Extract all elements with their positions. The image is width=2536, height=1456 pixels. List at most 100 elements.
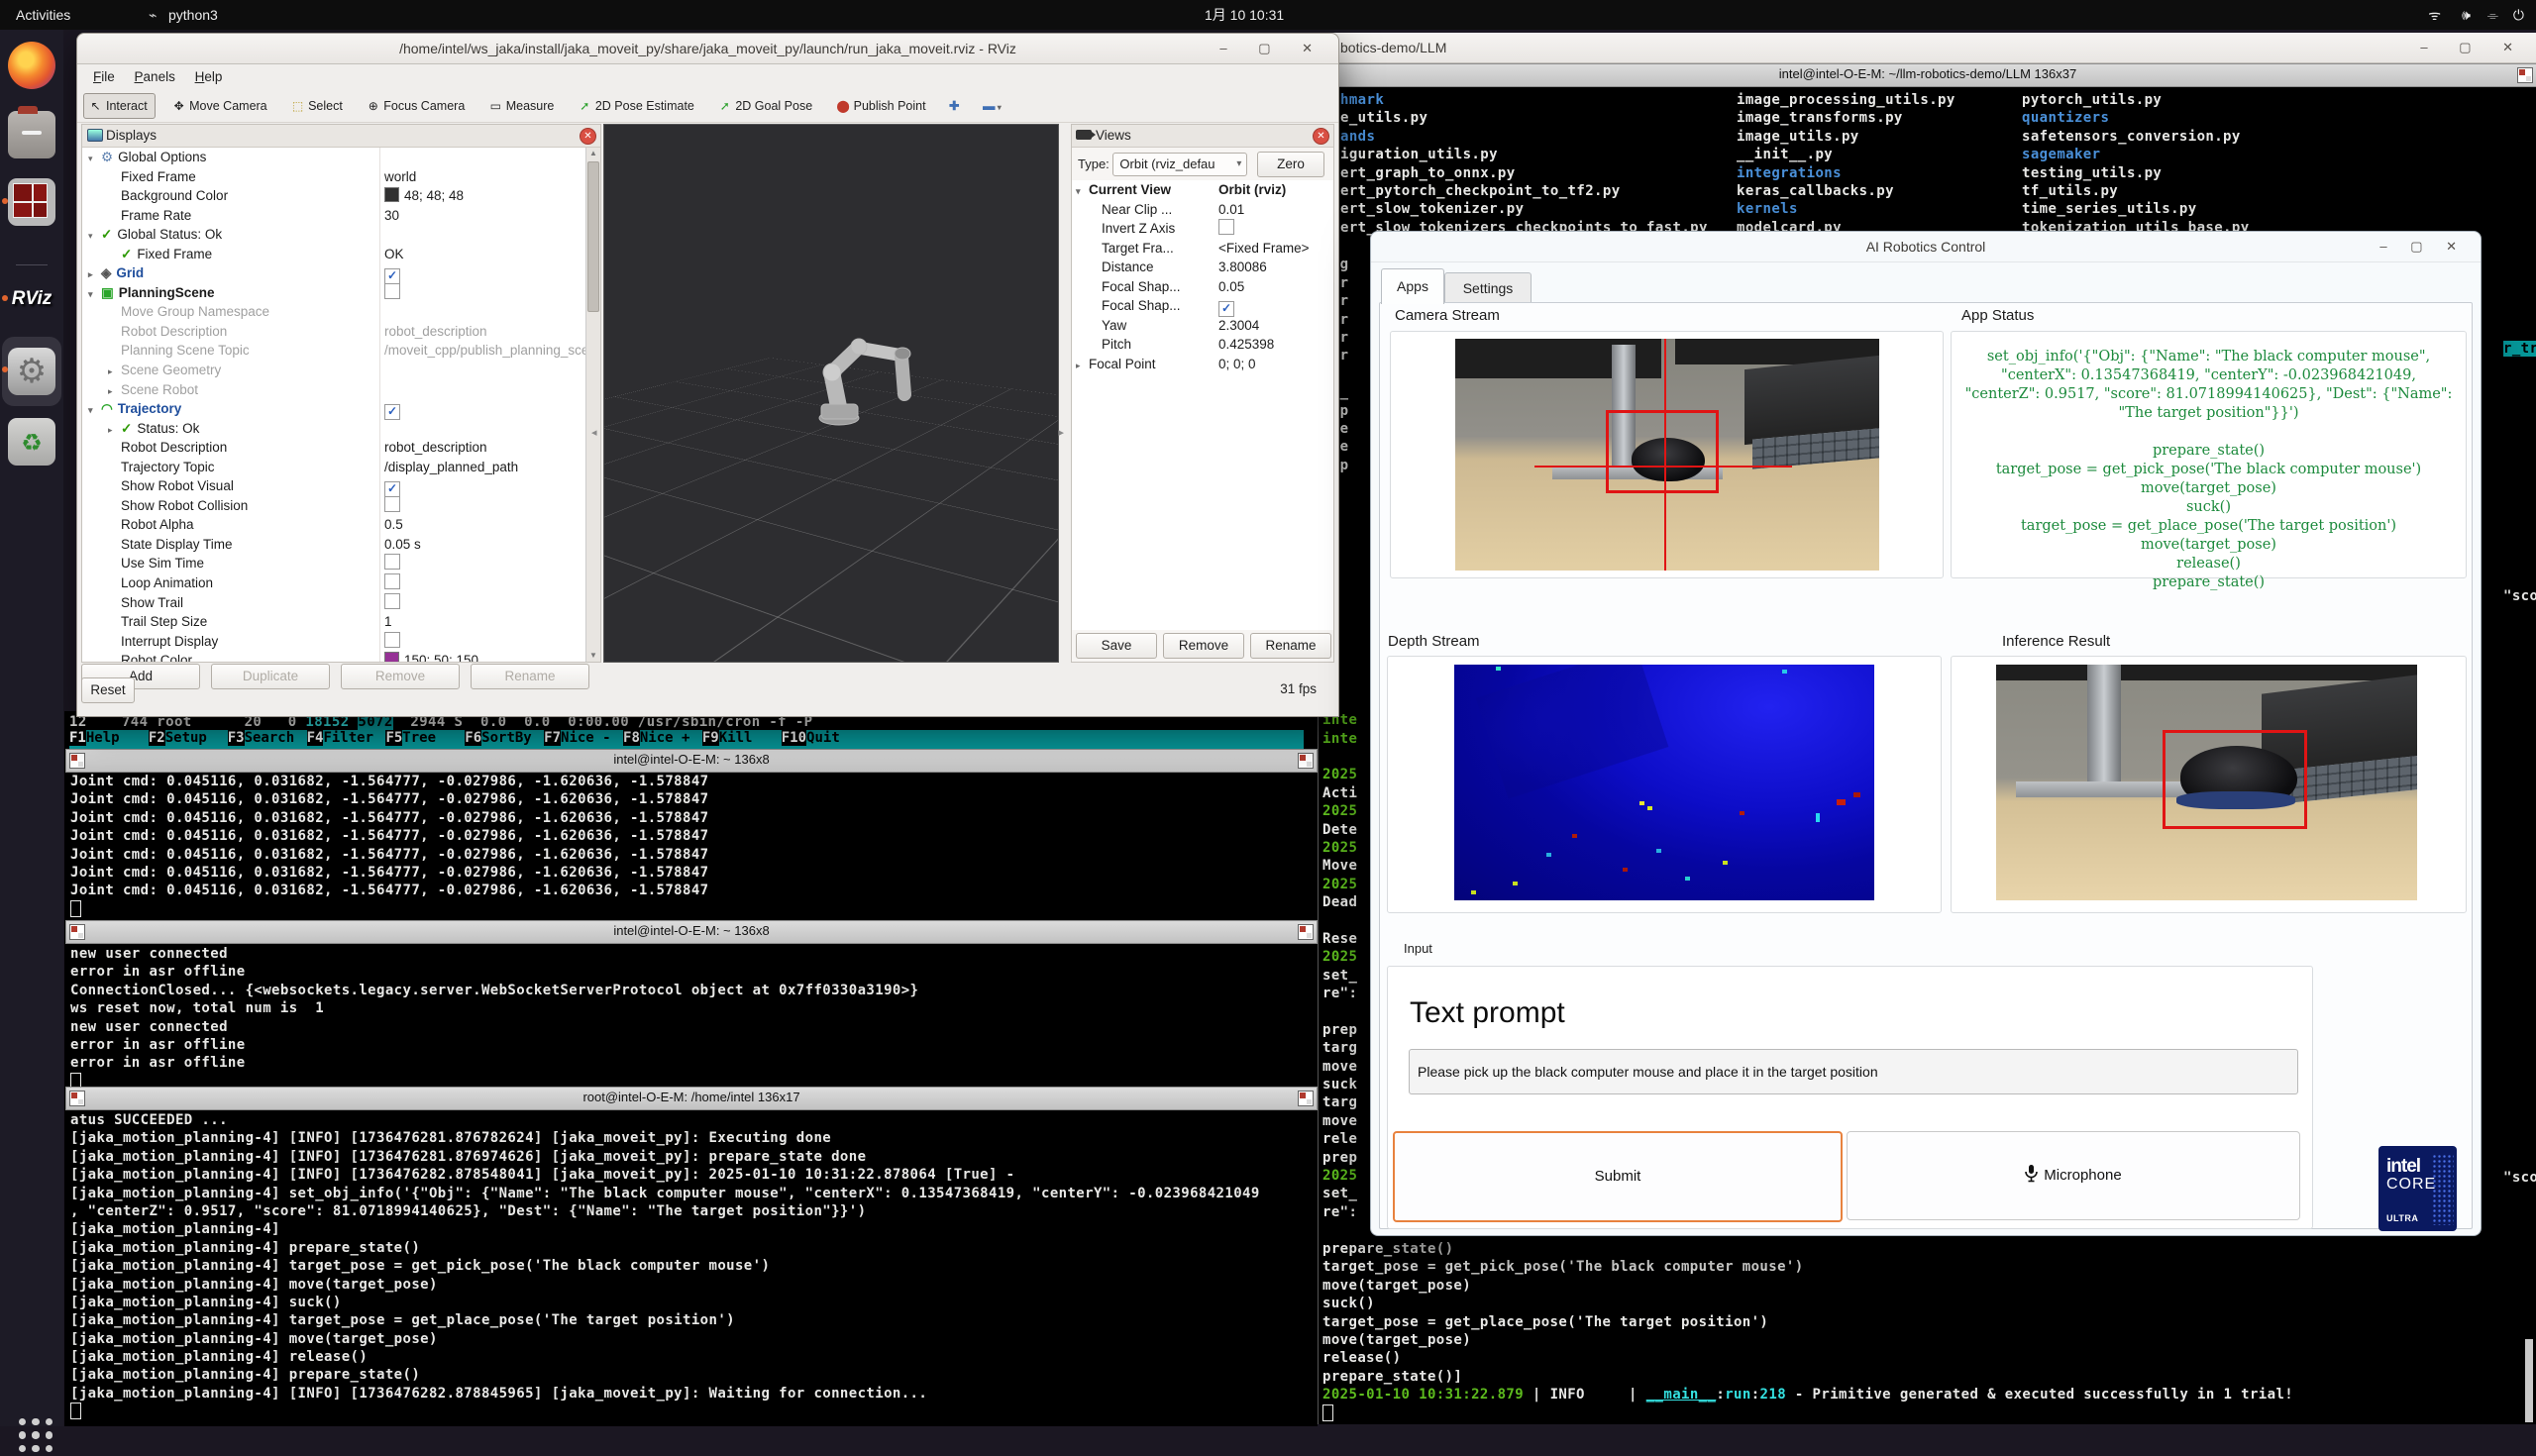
display-row-value[interactable]: OK <box>384 245 404 264</box>
file-entry[interactable]: time_series_utils.py <box>2022 200 2250 218</box>
terminal-pane-content[interactable]: atus SUCCEEDED ...[jaka_motion_planning-… <box>70 1111 1260 1421</box>
checkbox[interactable] <box>384 554 400 570</box>
display-row-value[interactable] <box>384 593 400 613</box>
display-row[interactable]: Robot Color150; 50; 150 <box>82 651 586 662</box>
views-row[interactable]: ▾Current ViewOrbit (rviz) <box>1072 180 1333 200</box>
views-row[interactable]: Focal Shap...0.05 <box>1072 277 1333 297</box>
display-row[interactable]: ▾✓Global Status: Ok <box>82 225 586 245</box>
tool-remove[interactable]: ▬ ▾ <box>979 94 1008 118</box>
views-rename-button[interactable]: Rename <box>1250 633 1331 659</box>
right-terminal-titlebar[interactable]: botics-demo/LLM <box>1319 33 2536 63</box>
file-entry[interactable]: __init__.py <box>1737 146 1955 163</box>
views-row[interactable]: Near Clip ...0.01 <box>1072 200 1333 220</box>
submit-button[interactable]: Submit <box>1393 1131 1843 1222</box>
display-row[interactable]: Frame Rate30 <box>82 206 586 226</box>
tool-2d-pose-estimate[interactable]: ➚2D Pose Estimate <box>574 94 701 118</box>
display-row[interactable]: Robot Descriptionrobot_description <box>82 438 586 458</box>
display-row-value[interactable] <box>384 632 400 652</box>
terminal-pane-content[interactable]: new user connectederror in asr offlineCo… <box>70 945 918 1091</box>
splitter-collapse-right[interactable]: ▸ <box>1058 426 1064 439</box>
terminator-group-icon[interactable] <box>69 924 85 940</box>
tool-add[interactable]: ✚ <box>945 94 966 118</box>
ai-window-titlebar[interactable]: AI Robotics Control <box>1371 232 2481 262</box>
displays-scrollbar[interactable]: ▲▼ <box>585 148 600 662</box>
terminal-pane-titlebar[interactable]: root@intel-O-E-M: /home/intel 136x17 <box>65 1087 1318 1110</box>
gear-app-icon[interactable]: ⚙ <box>8 348 55 395</box>
terminal-pane-content[interactable]: Joint cmd: 0.045116, 0.031682, -1.564777… <box>70 773 709 918</box>
display-row[interactable]: Fixed Frameworld <box>82 167 586 187</box>
fkey-label[interactable]: F2 <box>149 730 165 746</box>
file-entry[interactable]: keras_callbacks.py <box>1737 182 1955 200</box>
display-row[interactable]: ▸✓Status: Ok <box>82 419 586 439</box>
file-entry[interactable]: ert_graph_to_onnx.py <box>1340 164 1708 182</box>
fkey-action[interactable]: Kill <box>719 730 782 746</box>
firefox-icon[interactable] <box>8 42 55 89</box>
show-applications-icon[interactable] <box>15 1414 56 1456</box>
display-row-value[interactable] <box>384 283 400 303</box>
display-row[interactable]: Trajectory Topic/display_planned_path <box>82 458 586 477</box>
rviz-dock-icon[interactable]: RViz <box>8 275 55 323</box>
fkey-action[interactable]: Search <box>245 730 307 746</box>
views-remove-button[interactable]: Remove <box>1163 633 1244 659</box>
terminator-group-icon[interactable] <box>1298 753 1314 769</box>
fkey-label[interactable]: F4 <box>307 730 324 746</box>
menu-help[interactable]: Help <box>195 64 223 90</box>
file-entry[interactable]: iguration_utils.py <box>1340 146 1708 163</box>
window-controls[interactable]: – ▢ ✕ <box>2420 33 2527 62</box>
tool-measure[interactable]: ▭Measure <box>484 94 562 118</box>
views-row-value[interactable]: 2.3004 <box>1218 316 1259 336</box>
fkey-label[interactable]: F5 <box>385 730 402 746</box>
fkey-action[interactable]: Nice - <box>561 730 623 746</box>
views-row-value[interactable]: <Fixed Frame> <box>1218 239 1310 259</box>
file-entry[interactable]: testing_utils.py <box>2022 164 2250 182</box>
microphone-button[interactable]: Microphone <box>1847 1131 2300 1220</box>
views-row-value[interactable]: 0.05 <box>1218 277 1244 297</box>
display-row-value[interactable]: ✓ <box>384 476 400 497</box>
close-icon[interactable]: ✕ <box>1313 128 1329 145</box>
views-row-value[interactable]: Orbit (rviz) <box>1218 180 1286 200</box>
views-tree[interactable]: ▾Current ViewOrbit (rviz)Near Clip ...0.… <box>1072 180 1333 630</box>
fkey-action[interactable]: Nice + <box>640 730 702 746</box>
activities-button[interactable]: Activities <box>16 0 70 30</box>
display-row[interactable]: Interrupt Display <box>82 632 586 652</box>
fkey-action[interactable]: Setup <box>165 730 228 746</box>
display-row-value[interactable]: 48; 48; 48 <box>384 186 464 206</box>
displays-panel-header[interactable]: Displays ✕ <box>82 125 600 148</box>
checkbox[interactable] <box>384 573 400 589</box>
fkey-label[interactable]: F7 <box>544 730 561 746</box>
file-entry[interactable]: e_utils.py <box>1340 109 1708 127</box>
view-type-dropdown[interactable]: Orbit (rviz_defau <box>1112 153 1247 176</box>
views-row[interactable]: Distance3.80086 <box>1072 258 1333 277</box>
menu-file[interactable]: File <box>93 64 115 90</box>
file-entry[interactable]: safetensors_conversion.py <box>2022 128 2250 146</box>
views-row-value[interactable]: 0; 0; 0 <box>1218 355 1256 374</box>
views-row[interactable]: Target Fra...<Fixed Frame> <box>1072 239 1333 259</box>
directory-entry[interactable]: quantizers <box>2022 109 2250 127</box>
display-row-value[interactable] <box>384 573 400 593</box>
directory-entry[interactable]: hmark <box>1340 91 1708 109</box>
display-row[interactable]: State Display Time0.05 s <box>82 535 586 555</box>
display-row-value[interactable]: 1 <box>384 612 392 632</box>
checkbox[interactable] <box>384 593 400 609</box>
views-row[interactable]: Focal Shap...✓ <box>1072 296 1333 316</box>
file-entry[interactable]: image_processing_utils.py <box>1737 91 1955 109</box>
file-entry[interactable]: ert_slow_tokenizer.py <box>1340 200 1708 218</box>
fkey-label[interactable]: F3 <box>228 730 245 746</box>
power-icon[interactable]: ⏻ <box>2513 0 2524 30</box>
views-row-value[interactable]: 3.80086 <box>1218 258 1267 277</box>
tool-2d-goal-pose[interactable]: ➚2D Goal Pose <box>713 94 819 118</box>
display-row-value[interactable]: 0.5 <box>384 515 403 535</box>
clock[interactable]: 1月 10 10:31 <box>1205 0 1284 30</box>
display-row[interactable]: ▾⚙Global Options <box>82 148 586 167</box>
fkey-label[interactable]: F8 <box>623 730 640 746</box>
display-row[interactable]: ▾▣PlanningScene <box>82 283 586 303</box>
prompt-input[interactable] <box>1409 1049 2298 1094</box>
views-row-value[interactable]: ✓ <box>1218 296 1234 317</box>
reset-button[interactable]: Reset <box>81 677 135 703</box>
files-icon[interactable] <box>8 111 55 158</box>
window-controls[interactable]: – ▢ ✕ <box>2379 232 2467 261</box>
views-row[interactable]: Pitch0.425398 <box>1072 335 1333 355</box>
directory-entry[interactable]: ands <box>1340 128 1708 146</box>
display-row[interactable]: ▾◠Trajectory✓ <box>82 399 586 419</box>
fkey-label[interactable]: F1 <box>69 730 86 746</box>
